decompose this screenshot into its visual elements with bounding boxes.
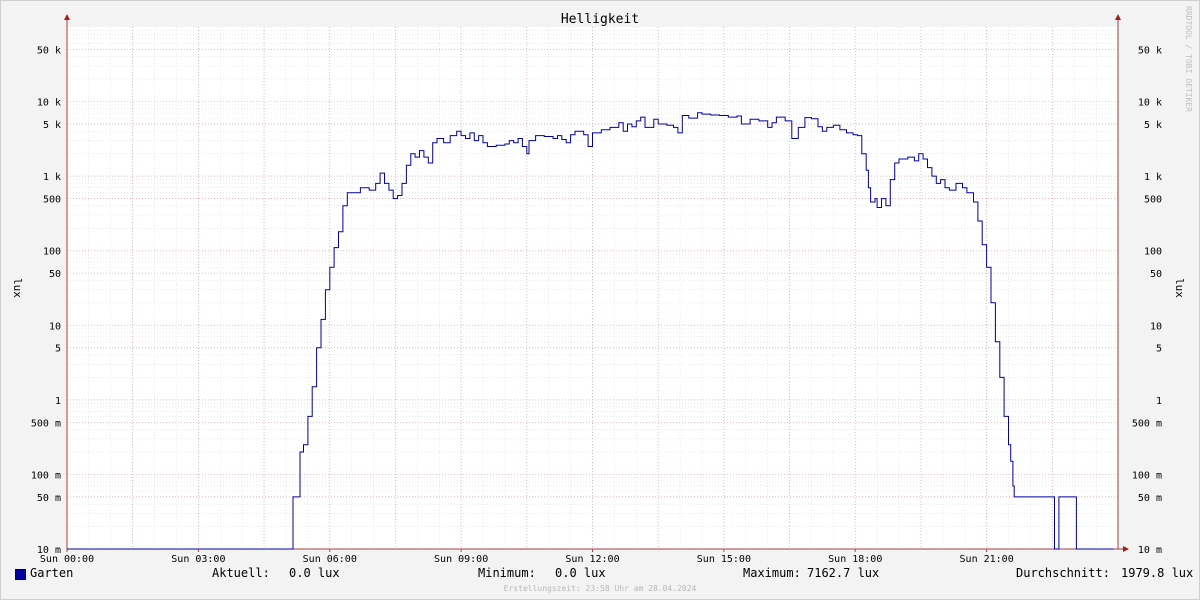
minimum-value: 0.0 lux — [555, 566, 606, 580]
x-tick-label: Sun 00:00 — [40, 554, 94, 565]
y-tick-label-right: 50 m — [1138, 493, 1162, 504]
y-tick-label-left: 100 — [43, 247, 61, 258]
y-tick-label-left: 50 — [49, 269, 61, 280]
average-label: Durchschnitt: — [1016, 566, 1110, 580]
y-tick-label-right: 100 m — [1132, 470, 1162, 481]
legend-swatch — [15, 569, 26, 580]
y-tick-label-left: 5 k — [43, 120, 61, 131]
x-tick-label: Sun 18:00 — [828, 554, 882, 565]
y-tick-label-left: 500 m — [31, 418, 61, 429]
y-tick-label-right: 500 m — [1132, 418, 1162, 429]
y-tick-label-right: 10 m — [1138, 545, 1162, 556]
x-tick-label: Sun 15:00 — [697, 554, 751, 565]
y-tick-label-right: 1 k — [1144, 172, 1162, 183]
legend-series-name: Garten — [30, 566, 74, 580]
y-tick-label-right: 50 — [1150, 269, 1162, 280]
x-tick-label: Sun 03:00 — [171, 554, 225, 565]
chart-area: Helligkeit 10 m 10 m50 m 50 m100 m 100 m500… — [11, 12, 1186, 565]
y-tick-label-right: 5 — [1156, 344, 1162, 355]
y-axis-label-right: lux — [1173, 278, 1186, 298]
maximum-value: 7162.7 lux — [807, 566, 880, 580]
creation-time: Erstellungszeit: 23:58 Uhr am 28.04.2024 — [503, 584, 697, 593]
y-axis-arrow-right — [1115, 14, 1121, 20]
y-tick-label-left: 50 k — [37, 45, 61, 56]
y-tick-label-left: 10 — [49, 321, 61, 332]
y-tick-label-left: 1 — [55, 396, 61, 407]
current-label: Aktuell: — [212, 566, 270, 580]
maximum-label: Maximum: — [743, 566, 801, 580]
y-tick-label-right: 100 — [1144, 247, 1162, 258]
y-tick-label-left: 1 k — [43, 172, 61, 183]
y-tick-label-left: 500 — [43, 195, 61, 206]
y-tick-label-left: 10 k — [37, 98, 61, 109]
y-tick-label-right: 50 k — [1138, 45, 1162, 56]
current-value: 0.0 lux — [289, 566, 340, 580]
y-tick-label-right: 1 — [1156, 396, 1162, 407]
chart-title: Helligkeit — [561, 12, 639, 27]
y-tick-label-right: 10 k — [1138, 98, 1162, 109]
y-tick-label-left: 50 m — [37, 493, 61, 504]
y-tick-label-left: 100 m — [31, 470, 61, 481]
rrdtool-watermark: RRDTOOL / TOBI OETIKER — [1184, 6, 1193, 112]
y-axis-arrow-left — [64, 14, 70, 20]
x-tick-label: Sun 09:00 — [434, 554, 488, 565]
y-tick-label-right: 500 — [1144, 195, 1162, 206]
legend: Garten Aktuell: 0.0 lux Minimum: 0.0 lux… — [0, 566, 1200, 584]
y-tick-label-right: 10 — [1150, 321, 1162, 332]
x-tick-label: Sun 06:00 — [303, 554, 357, 565]
x-axis-arrow — [1123, 546, 1129, 552]
x-tick-label: Sun 12:00 — [565, 554, 619, 565]
minimum-label: Minimum: — [478, 566, 536, 580]
average-value: 1979.8 lux — [1121, 566, 1194, 580]
x-tick-label: Sun 21:00 — [960, 554, 1014, 565]
y-tick-label-left: 5 — [55, 344, 61, 355]
y-tick-label-right: 5 k — [1144, 120, 1162, 131]
y-axis-label-left: lux — [11, 278, 24, 298]
